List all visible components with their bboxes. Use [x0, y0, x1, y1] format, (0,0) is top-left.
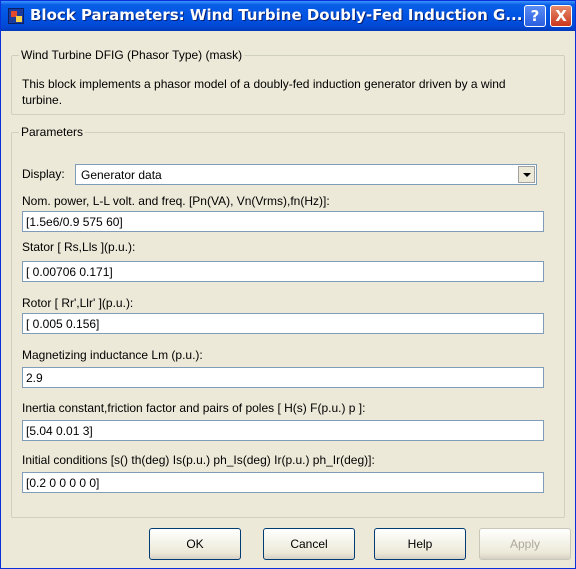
stator-field[interactable] — [22, 261, 544, 282]
nominal-power-label: Nom. power, L-L volt. and freq. [Pn(VA),… — [22, 194, 330, 208]
nominal-power-field[interactable] — [22, 211, 544, 232]
cancel-button[interactable]: Cancel — [263, 528, 355, 560]
dialog-window: Block Parameters: Wind Turbine Doubly-Fe… — [0, 0, 576, 569]
window-title: Block Parameters: Wind Turbine Doubly-Fe… — [30, 6, 523, 24]
help-title-button[interactable]: ? — [524, 5, 546, 27]
apply-button[interactable]: Apply — [479, 528, 571, 560]
close-button[interactable]: X — [550, 5, 572, 27]
inertia-label: Inertia constant,friction factor and pai… — [22, 401, 366, 415]
display-select[interactable]: Generator data — [75, 164, 537, 185]
parameters-legend: Parameters — [19, 125, 86, 139]
display-select-value: Generator data — [81, 168, 162, 182]
magnetizing-inductance-field[interactable] — [22, 367, 544, 388]
initial-conditions-label: Initial conditions [s() th(deg) Is(p.u.)… — [22, 453, 375, 467]
simulink-icon — [8, 8, 24, 24]
magnetizing-inductance-label: Magnetizing inductance Lm (p.u.): — [22, 348, 203, 362]
ok-button[interactable]: OK — [149, 528, 241, 560]
parameters-groupbox: Parameters Display: Generator data Nom. … — [11, 125, 565, 518]
mask-legend: Wind Turbine DFIG (Phasor Type) (mask) — [19, 48, 245, 62]
rotor-field[interactable] — [22, 313, 544, 334]
display-label: Display: — [22, 167, 65, 181]
inertia-field[interactable] — [22, 420, 544, 441]
rotor-label: Rotor [ Rr',Llr' ](p.u.): — [22, 296, 134, 310]
help-button[interactable]: Help — [374, 528, 466, 560]
stator-label: Stator [ Rs,Lls ](p.u.): — [22, 240, 136, 254]
chevron-down-icon[interactable] — [518, 166, 535, 183]
title-bar[interactable]: Block Parameters: Wind Turbine Doubly-Fe… — [1, 1, 575, 31]
initial-conditions-field[interactable] — [22, 472, 544, 493]
mask-description: This block implements a phasor model of … — [22, 77, 506, 107]
mask-groupbox: Wind Turbine DFIG (Phasor Type) (mask) T… — [11, 48, 565, 115]
